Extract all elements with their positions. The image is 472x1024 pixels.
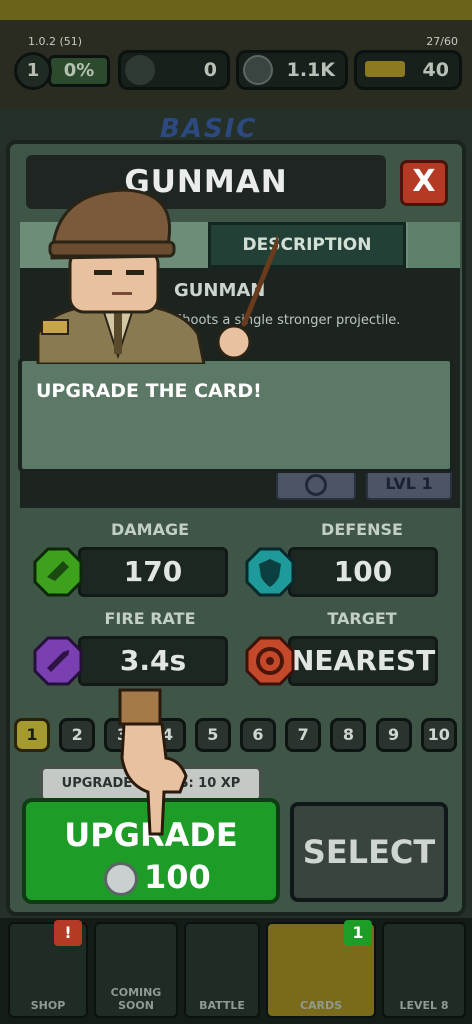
tutorial-tooltip — [18, 357, 454, 473]
defense-label: DEFENSE — [321, 520, 403, 539]
player-level-badge: 1 — [14, 52, 52, 90]
bullet-icon — [33, 636, 83, 686]
level-dot-9: 9 — [375, 718, 412, 752]
level-dot-2: 2 — [59, 718, 96, 752]
cash-value: 0 — [203, 59, 217, 81]
coin-counter: 1.1K — [236, 50, 348, 90]
target-label: TARGET — [327, 609, 397, 628]
nav-level8-label: LEVEL 8 — [399, 999, 449, 1012]
tutorial-hand-icon — [118, 688, 188, 836]
shield-icon — [245, 547, 295, 597]
level-dot-5: 5 — [194, 718, 231, 752]
level-dot-8: 8 — [330, 718, 367, 752]
xp-bar: 0% — [48, 55, 110, 87]
cash-counter: 0 — [118, 50, 230, 90]
commander-face — [68, 248, 160, 314]
damage-icon — [33, 547, 83, 597]
nav-coming-soon-label: COMING SOON — [110, 986, 162, 1012]
nav-battle[interactable]: BATTLE — [184, 922, 260, 1018]
level-dot-1: 1 — [14, 718, 50, 752]
level-dot-6: 6 — [240, 718, 276, 752]
commander-character — [36, 188, 278, 364]
cards-badge: 1 — [344, 920, 372, 946]
defense-value: 100 — [288, 547, 438, 597]
ring-icon — [305, 474, 327, 496]
damage-value: 170 — [78, 547, 228, 597]
version-label: 1.0.2 (51) — [28, 35, 83, 48]
coin-icon — [104, 862, 138, 896]
progress-counter: 27/60 — [426, 35, 458, 48]
gold-value: 40 — [422, 59, 449, 81]
close-button[interactable]: X — [400, 160, 448, 206]
pointer-stick — [241, 233, 278, 327]
shop-alert-badge: ! — [54, 920, 82, 946]
level-dot-10: 10 — [420, 718, 457, 752]
damage-label: DAMAGE — [110, 520, 190, 539]
select-button[interactable]: SELECT — [290, 802, 448, 902]
nav-level8[interactable]: LEVEL 8 — [382, 922, 466, 1018]
tooltip-text: UPGRADE THE CARD! — [36, 380, 262, 402]
nav-shop-label: SHOP — [30, 999, 66, 1012]
firerate-value: 3.4s — [78, 636, 228, 686]
coin-value: 1.1K — [286, 59, 335, 81]
firerate-label: FIRE RATE — [104, 609, 196, 628]
tab-extra[interactable] — [408, 222, 460, 268]
level-dot-7: 7 — [285, 718, 322, 752]
nav-coming-soon[interactable]: COMING SOON — [94, 922, 178, 1018]
gold-icon — [365, 61, 405, 77]
upgrade-price: 100 — [144, 858, 211, 896]
nav-cards-label: CARDS — [299, 999, 343, 1012]
coin-icon — [243, 55, 273, 85]
commander-hand — [216, 324, 252, 360]
target-value: NEAREST — [288, 636, 438, 686]
cash-icon — [125, 55, 155, 85]
target-icon — [245, 636, 295, 686]
gold-counter: 40 — [354, 50, 462, 90]
nav-battle-label: BATTLE — [199, 999, 245, 1012]
